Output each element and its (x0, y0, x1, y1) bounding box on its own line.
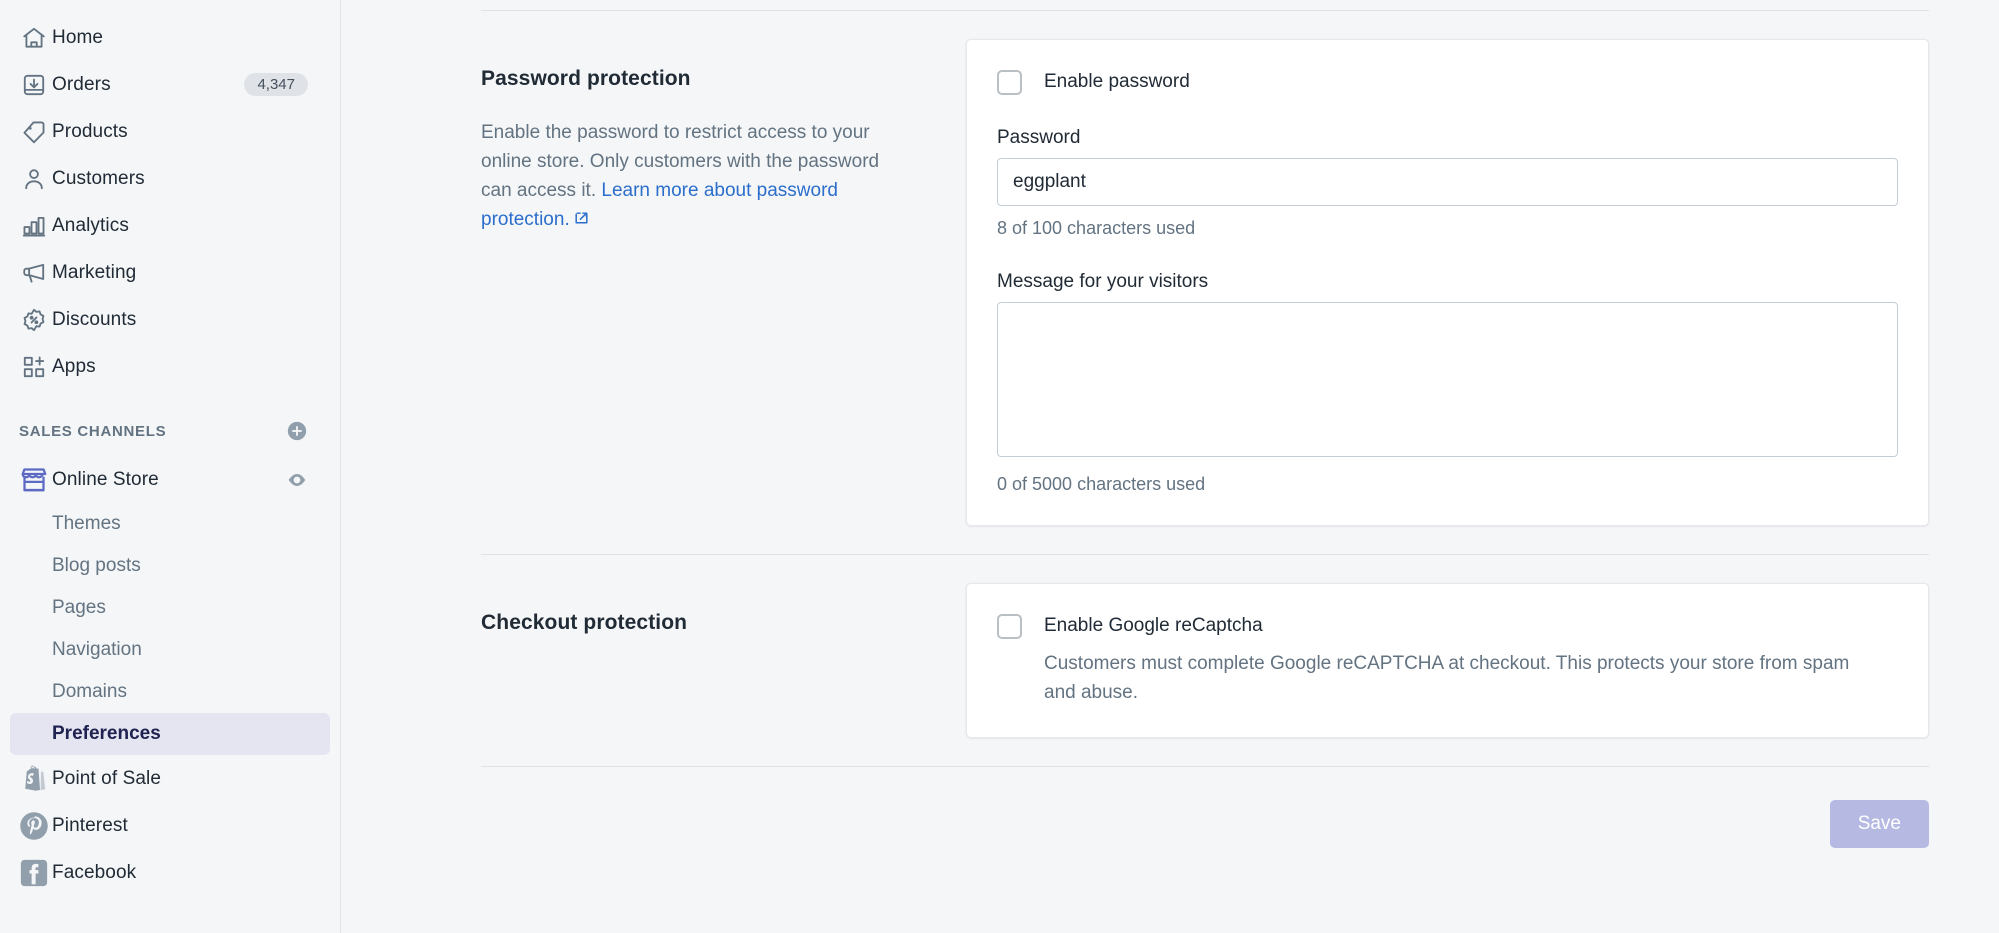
sidebar-item-label: Apps (52, 355, 96, 377)
sidebar-subitem-blog-posts[interactable]: Blog posts (10, 545, 330, 587)
sidebar-subitem-themes[interactable]: Themes (10, 503, 330, 545)
discount-percent-icon (16, 307, 52, 333)
sidebar-item-customers[interactable]: Customers (10, 155, 330, 202)
sidebar-subitem-label: Domains (52, 681, 127, 702)
password-protection-title: Password protection (481, 67, 691, 90)
sidebar-item-label: Pinterest (52, 814, 128, 836)
checkout-protection-description: Checkout protection (481, 583, 966, 738)
sidebar-subitem-pages[interactable]: Pages (10, 587, 330, 629)
sidebar-subitem-label: Blog posts (52, 555, 141, 576)
sidebar-item-label: Analytics (52, 214, 129, 236)
sidebar-item-label: Discounts (52, 308, 137, 330)
pinterest-icon (16, 811, 52, 841)
message-field-label: Message for your visitors (997, 271, 1209, 292)
sidebar-item-products[interactable]: Products (10, 108, 330, 155)
orders-icon (16, 72, 52, 98)
password-protection-card: Enable password Password 8 of 100 charac… (966, 39, 1929, 526)
sidebar-item-marketing[interactable]: Marketing (10, 249, 330, 296)
sidebar-subitem-domains[interactable]: Domains (10, 671, 330, 713)
sidebar-item-label: Customers (52, 167, 145, 189)
section-divider-bottom (481, 766, 1929, 767)
sidebar-subitem-label: Themes (52, 513, 121, 534)
sidebar-item-analytics[interactable]: Analytics (10, 202, 330, 249)
storefront-icon (16, 465, 52, 495)
password-input[interactable] (997, 158, 1898, 206)
checkout-protection-card: Enable Google reCaptcha Customers must c… (966, 583, 1929, 738)
home-icon (16, 25, 52, 51)
sidebar-item-label: Marketing (52, 261, 137, 283)
main-content: Password protection Enable the password … (341, 0, 1999, 933)
enable-password-checkbox[interactable] (997, 70, 1022, 95)
bar-chart-icon (16, 213, 52, 239)
external-link-icon (573, 207, 590, 236)
sidebar-subitem-preferences[interactable]: Preferences (10, 713, 330, 755)
shopify-bag-icon (16, 764, 52, 794)
sidebar-item-label: Home (52, 26, 104, 48)
enable-recaptcha-label: Enable Google reCaptcha (1044, 615, 1263, 636)
sidebar-subitem-navigation[interactable]: Navigation (10, 629, 330, 671)
sidebar-item-home[interactable]: Home (10, 14, 330, 61)
sidebar-item-point-of-sale[interactable]: Point of Sale (10, 755, 330, 802)
facebook-icon (16, 858, 52, 888)
sidebar-item-label: Facebook (52, 861, 137, 883)
password-character-count: 8 of 100 characters used (997, 218, 1196, 238)
tag-icon (16, 119, 52, 145)
sidebar-subitem-label: Preferences (52, 723, 161, 744)
sidebar-item-pinterest[interactable]: Pinterest (10, 802, 330, 849)
eye-icon[interactable] (286, 469, 308, 491)
enable-recaptcha-row[interactable]: Enable Google reCaptcha (997, 612, 1898, 639)
password-protection-help: Enable the password to restrict access t… (481, 118, 906, 236)
sidebar-item-label: Orders (52, 73, 111, 95)
sidebar-subitem-label: Navigation (52, 639, 142, 660)
sales-channels-title: SALES CHANNELS (19, 422, 167, 440)
recaptcha-help-text: Customers must complete Google reCAPTCHA… (1044, 653, 1850, 703)
enable-password-row[interactable]: Enable password (997, 68, 1898, 95)
sidebar-item-facebook[interactable]: Facebook (10, 849, 330, 896)
message-character-count: 0 of 5000 characters used (997, 474, 1206, 494)
admin-app: Home Orders 4,347 Products Customers Ana… (0, 0, 1999, 933)
checkout-protection-title: Checkout protection (481, 611, 688, 634)
sidebar-item-discounts[interactable]: Discounts (10, 296, 330, 343)
enable-password-label: Enable password (1044, 71, 1190, 92)
sidebar-item-online-store[interactable]: Online Store (10, 456, 330, 503)
password-field-label: Password (997, 127, 1081, 148)
sidebar-item-apps[interactable]: Apps (10, 343, 330, 390)
apps-grid-plus-icon (16, 354, 52, 380)
save-bar: Save (341, 800, 1999, 848)
checkout-protection-section: Checkout protection Enable Google reCapt… (341, 583, 1999, 738)
sidebar-item-label: Point of Sale (52, 767, 162, 789)
password-protection-description: Password protection Enable the password … (481, 39, 966, 526)
sidebar-item-orders[interactable]: Orders 4,347 (10, 61, 330, 108)
visitor-message-textarea[interactable] (997, 302, 1898, 457)
orders-count-badge: 4,347 (244, 73, 308, 96)
save-button[interactable]: Save (1829, 800, 1929, 848)
sales-channels-header: SALES CHANNELS (10, 408, 330, 454)
sidebar-item-label: Online Store (52, 468, 159, 490)
person-icon (16, 166, 52, 192)
sidebar-subitem-label: Pages (52, 597, 106, 618)
sidebar-item-label: Products (52, 120, 128, 142)
password-protection-section: Password protection Enable the password … (341, 39, 1999, 526)
plus-circle-icon[interactable] (286, 420, 308, 442)
sidebar: Home Orders 4,347 Products Customers Ana… (0, 0, 341, 933)
megaphone-icon (16, 260, 52, 286)
enable-recaptcha-checkbox[interactable] (997, 614, 1022, 639)
